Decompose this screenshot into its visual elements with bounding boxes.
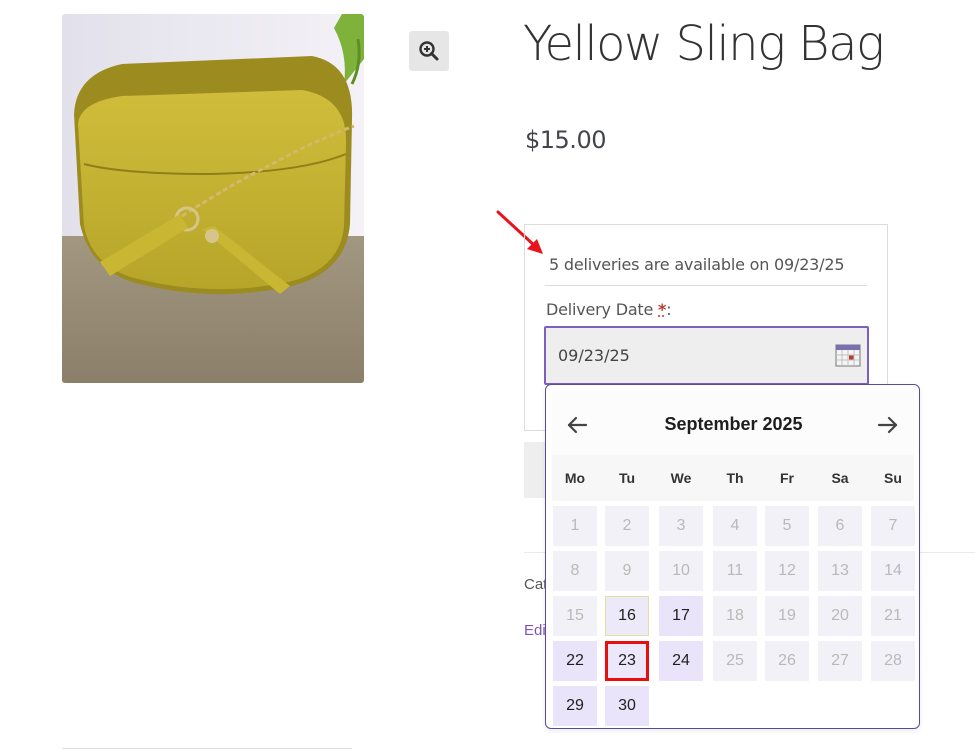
product-categories: Categories (524, 576, 546, 593)
product-image[interactable] (62, 14, 364, 383)
calendar-day: 9 (605, 551, 649, 591)
calendar-day: 21 (871, 596, 915, 636)
divider (62, 748, 352, 749)
calendar-day: 27 (818, 641, 862, 681)
availability-message: 5 deliveries are available on 09/23/25 (549, 255, 845, 274)
zoom-button[interactable] (409, 31, 449, 71)
calendar-day: 28 (871, 641, 915, 681)
product-price: $15.00 (525, 126, 606, 154)
calendar-day: 18 (713, 596, 757, 636)
calendar-day: 2 (605, 506, 649, 546)
calendar-day: 13 (818, 551, 862, 591)
calendar-day: 10 (659, 551, 703, 591)
calendar-day: 20 (818, 596, 862, 636)
weekday-header: Su (884, 470, 902, 486)
arrow-right-icon[interactable] (877, 415, 899, 435)
calendar-month-title: September 2025 (664, 414, 803, 434)
zoom-in-icon (419, 41, 439, 61)
calendar-day-today[interactable]: 16 (605, 596, 649, 636)
calendar-day[interactable]: 24 (659, 641, 703, 681)
calendar-day: 19 (765, 596, 809, 636)
calendar-day[interactable]: 30 (605, 686, 649, 726)
weekday-header: Th (726, 470, 744, 486)
label-colon: : (666, 300, 672, 319)
weekday-header: Sa (831, 470, 849, 486)
calendar-day: 3 (659, 506, 703, 546)
weekday-header: We (670, 470, 692, 486)
calendar-day-selected[interactable]: 23 (605, 641, 649, 681)
calendar-day: 7 (871, 506, 915, 546)
calendar-day: 8 (553, 551, 597, 591)
datepicker-popup: September 2025 Mo Tu We Th Fr Sa Su 1 2 3 4 5 6 7 8 9 10… (545, 384, 920, 729)
weekday-header: Mo (564, 470, 586, 486)
weekday-header: Fr (780, 470, 794, 486)
calendar-day: 4 (713, 506, 757, 546)
calendar-day: 12 (765, 551, 809, 591)
product-title: Yellow Sling Bag (523, 16, 885, 72)
divider (545, 285, 867, 286)
calendar-icon[interactable] (835, 343, 861, 367)
calendar-day: 6 (818, 506, 862, 546)
calendar-day: 11 (713, 551, 757, 591)
sling-bag-photo (62, 14, 364, 383)
calendar-day: 1 (553, 506, 597, 546)
calendar-day[interactable]: 17 (659, 596, 703, 636)
calendar-day: 14 (871, 551, 915, 591)
calendar-day: 26 (765, 641, 809, 681)
calendar-day[interactable]: 22 (553, 641, 597, 681)
calendar-day: 25 (713, 641, 757, 681)
weekday-header: Tu (618, 470, 636, 486)
calendar-day: 15 (553, 596, 597, 636)
edit-link[interactable]: Edit (524, 622, 546, 639)
delivery-date-label: Delivery Date *: (546, 300, 672, 319)
required-mark: * (658, 300, 667, 319)
calendar-day: 5 (765, 506, 809, 546)
calendar-day[interactable]: 29 (553, 686, 597, 726)
delivery-date-input[interactable]: 09/23/25 (544, 326, 869, 385)
delivery-date-label-text: Delivery Date (546, 300, 654, 319)
